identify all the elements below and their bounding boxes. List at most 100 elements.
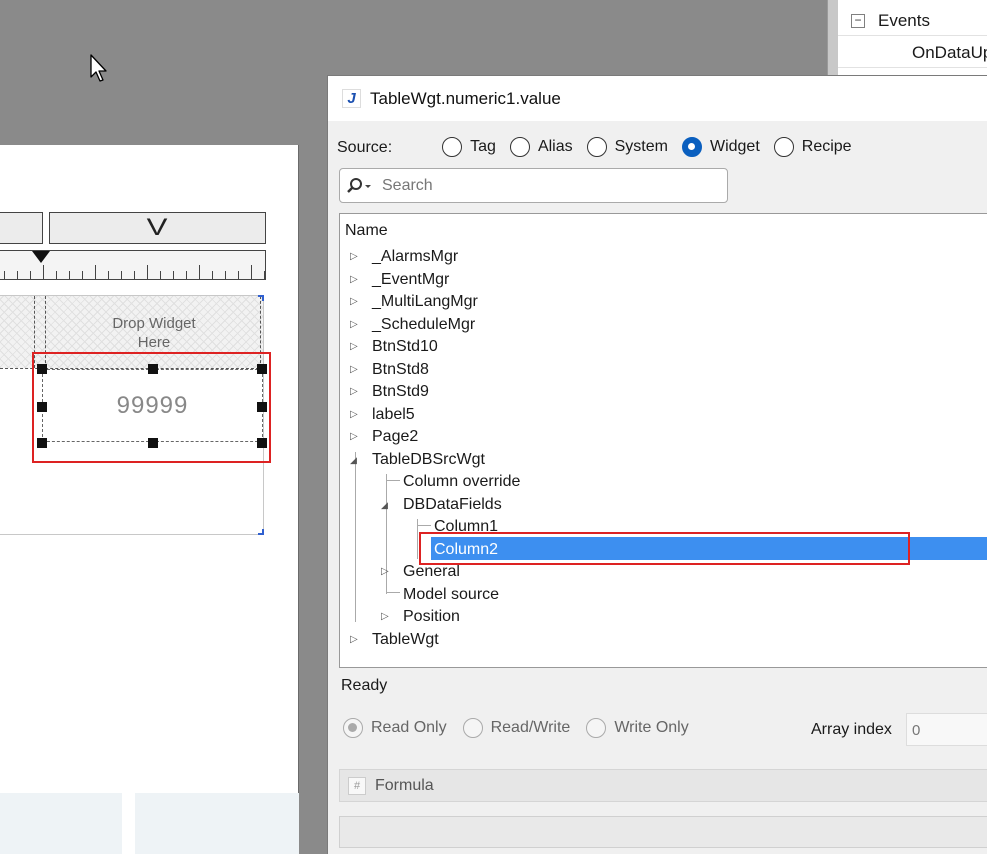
expanded-arrow-icon[interactable]: ◢	[350, 455, 360, 465]
tree-item[interactable]: Column override	[340, 471, 987, 494]
ruler-tick	[186, 271, 187, 279]
property-item-label: OnDataUpd	[912, 42, 987, 62]
radio-button[interactable]	[462, 718, 483, 738]
property-row-events[interactable]: − Events	[838, 6, 987, 36]
tree-item[interactable]: ▷ Position	[340, 606, 987, 629]
source-option-system[interactable]: System	[586, 137, 668, 157]
tree-item[interactable]: ▷ label5	[340, 404, 987, 427]
ruler-widget[interactable]	[0, 250, 266, 280]
property-grid: − Events OnDataUpd	[838, 0, 987, 76]
ruler-marker-icon[interactable]	[32, 251, 50, 263]
tree-item[interactable]: ▷ BtnStd9	[340, 381, 987, 404]
selection-corner-icon	[258, 529, 264, 535]
tree-item-label: Page2	[372, 428, 419, 446]
expanded-arrow-icon[interactable]: ◢	[381, 500, 391, 510]
radio-button[interactable]	[509, 137, 530, 157]
ruler-tick	[225, 271, 226, 279]
ruler-tick	[4, 271, 5, 279]
search-icon[interactable]	[346, 176, 374, 196]
ruler-tick	[108, 271, 109, 279]
app-logo-icon: J	[342, 89, 361, 108]
tree-item-label: Position	[403, 608, 460, 626]
tree-item[interactable]: ▷ BtnStd8	[340, 359, 987, 382]
tree-item-label: _EventMgr	[372, 270, 450, 288]
collapsed-arrow-icon[interactable]: ▷	[350, 364, 360, 375]
collapsed-arrow-icon[interactable]: ▷	[381, 612, 391, 622]
highlight-frame	[419, 532, 910, 565]
search-input[interactable]	[382, 176, 712, 195]
collapsed-arrow-icon[interactable]: ▷	[350, 274, 360, 285]
tree-item-label: TableDBSrcWgt	[372, 450, 485, 468]
ruler-tick	[264, 271, 265, 279]
collapsed-arrow-icon[interactable]: ▷	[350, 342, 360, 352]
search-box[interactable]	[339, 168, 728, 203]
access-mode-selector: Read Only Read/Write Write Only	[343, 718, 705, 738]
tree-item[interactable]: ▷ TableWgt	[340, 629, 987, 652]
collapsed-arrow-icon[interactable]: ▷	[350, 252, 360, 262]
tree-item-label: Column override	[403, 473, 521, 491]
formula-toggle[interactable]: # Formula	[339, 769, 987, 802]
collapsed-arrow-icon[interactable]: ▷	[350, 319, 360, 330]
collapse-icon[interactable]: −	[851, 14, 865, 28]
ruler-tick	[69, 271, 70, 279]
source-option-recipe[interactable]: Recipe	[773, 137, 852, 157]
tree-column-header[interactable]: Name	[340, 214, 987, 246]
tree-item[interactable]: ◢ TableDBSrcWgt	[340, 449, 987, 472]
ruler-tick	[95, 265, 96, 279]
radio-label: Tag	[470, 138, 496, 155]
radio-button[interactable]	[586, 718, 607, 738]
collapsed-arrow-icon[interactable]: ▷	[350, 387, 360, 397]
ruler-tick	[43, 265, 44, 279]
ruler-tick	[56, 271, 57, 279]
widget-tree[interactable]: Name ▷ _AlarmsMgr ▷ _EventMgr ▷ _MultiLangMgr…	[339, 213, 987, 668]
tree-item-label: DBDataFields	[403, 495, 502, 513]
source-option-alias[interactable]: Alias	[509, 137, 573, 157]
radio-button-selected[interactable]	[343, 718, 363, 738]
access-option-read-write[interactable]: Read/Write	[462, 718, 570, 738]
ruler-tick	[173, 271, 174, 279]
radio-button[interactable]	[442, 137, 463, 157]
radio-button[interactable]	[773, 137, 794, 157]
property-row-event-item[interactable]: OnDataUpd	[838, 38, 987, 68]
tree-item[interactable]: ▷ BtnStd10	[340, 336, 987, 359]
source-option-widget[interactable]: Widget	[681, 137, 760, 157]
radio-label: Widget	[709, 138, 760, 155]
array-index-input[interactable]: 0	[906, 713, 987, 746]
tree-item[interactable]: ◢ DBDataFields	[340, 494, 987, 517]
tree-item[interactable]: ▷ _EventMgr	[340, 269, 987, 292]
radio-button[interactable]	[586, 137, 607, 157]
property-panel: − Events OnDataUpd	[827, 0, 987, 76]
dialog-title: TableWgt.numeric1.value	[370, 88, 561, 108]
source-option-tag[interactable]: Tag	[442, 137, 496, 157]
tree-item[interactable]: ▷ _MultiLangMgr	[340, 291, 987, 314]
canvas-toggle-button[interactable]: V	[49, 212, 266, 244]
formula-input[interactable]	[339, 816, 987, 848]
collapsed-arrow-icon[interactable]: ▷	[350, 432, 360, 442]
dialog-titlebar[interactable]: J TableWgt.numeric1.value	[328, 76, 987, 121]
ruler-tick	[212, 271, 213, 279]
tree-item[interactable]: ▷ _AlarmsMgr	[340, 246, 987, 269]
ruler-tick	[147, 265, 148, 279]
tree-item-label: label5	[372, 405, 415, 423]
collapsed-arrow-icon[interactable]: ▷	[350, 297, 360, 307]
tree-item-label: BtnStd8	[372, 360, 429, 378]
tree-item-label: _MultiLangMgr	[372, 293, 478, 311]
radio-label: Alias	[537, 138, 573, 155]
ruler-tick	[17, 271, 18, 279]
design-canvas[interactable]: V Drop Widget Here 99999	[0, 145, 299, 854]
radio-button-selected[interactable]	[681, 137, 702, 157]
tree-item[interactable]: ▷ _ScheduleMgr	[340, 314, 987, 337]
collapsed-arrow-icon[interactable]: ▷	[350, 409, 360, 420]
access-option-read-only[interactable]: Read Only	[343, 718, 447, 738]
ruler-tick	[121, 271, 122, 279]
collapsed-arrow-icon[interactable]: ▷	[381, 567, 391, 577]
access-option-write-only[interactable]: Write Only	[586, 718, 689, 738]
tree-item[interactable]: Model source	[340, 584, 987, 607]
selection-corner-icon	[258, 295, 264, 301]
canvas-button-left[interactable]	[0, 212, 43, 244]
ruler-tick	[199, 265, 200, 279]
ruler-tick	[238, 271, 239, 279]
collapsed-arrow-icon[interactable]: ▷	[350, 634, 360, 645]
formula-label: Formula	[375, 776, 434, 794]
tree-item[interactable]: ▷ Page2	[340, 426, 987, 449]
